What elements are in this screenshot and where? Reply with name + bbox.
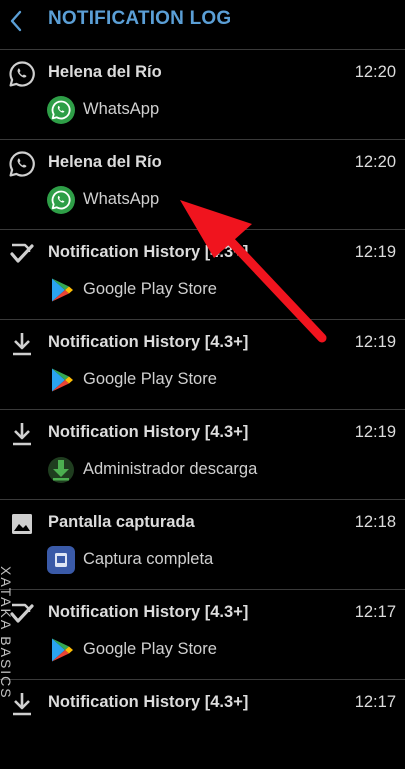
whatsapp-app-icon — [46, 95, 76, 125]
download-manager-icon — [46, 455, 76, 485]
notification-time: 12:19 — [354, 333, 396, 351]
app-bar: NOTIFICATION LOG — [0, 0, 405, 42]
download-icon — [8, 420, 36, 448]
notification-app-name: WhatsApp — [83, 100, 160, 118]
notification-title: Notification History [4.3+] — [48, 243, 249, 261]
notification-row[interactable]: Helena del Río 12:20 WhatsApp — [0, 49, 405, 139]
notification-row[interactable]: Notification History [4.3+] 12:17 — [0, 679, 405, 769]
page-title: NOTIFICATION LOG — [48, 8, 232, 29]
notification-time: 12:20 — [354, 63, 396, 81]
notification-row[interactable]: Pantalla capturada 12:18 Captura complet… — [0, 499, 405, 589]
notification-time: 12:20 — [354, 153, 396, 171]
image-icon — [8, 510, 36, 538]
notification-title: Notification History [4.3+] — [48, 423, 249, 441]
notification-app-name: WhatsApp — [83, 190, 160, 208]
watermark-logo: XATAKA BASICS — [0, 566, 14, 700]
notification-time: 12:18 — [354, 513, 396, 531]
notification-app-name: Google Play Store — [83, 370, 217, 388]
download-icon — [8, 330, 36, 358]
google-play-icon — [46, 275, 76, 305]
notification-row[interactable]: Helena del Río 12:20 WhatsApp — [0, 139, 405, 229]
notification-time: 12:17 — [354, 603, 396, 621]
notification-title: Notification History [4.3+] — [48, 333, 249, 351]
whatsapp-icon — [8, 150, 36, 178]
notification-row[interactable]: Notification History [4.3+] 12:17 Google… — [0, 589, 405, 679]
screenshot-app-icon — [46, 545, 76, 575]
notification-row[interactable]: Notification History [4.3+] 12:19 Google… — [0, 319, 405, 409]
whatsapp-icon — [8, 60, 36, 88]
notification-title: Pantalla capturada — [48, 513, 195, 531]
notification-app-name: Captura completa — [83, 550, 214, 568]
notification-list: Helena del Río 12:20 WhatsApp Helena del… — [0, 49, 405, 769]
notification-title: Notification History [4.3+] — [48, 603, 249, 621]
notification-title: Helena del Río — [48, 153, 162, 171]
google-play-icon — [46, 635, 76, 665]
notification-row[interactable]: Notification History [4.3+] 12:19 Google… — [0, 229, 405, 319]
notification-time: 12:19 — [354, 423, 396, 441]
notification-time: 12:17 — [354, 693, 396, 711]
checkmark-icon — [8, 240, 36, 268]
chevron-left-icon — [10, 10, 22, 32]
notification-title: Notification History [4.3+] — [48, 693, 249, 711]
notification-app-name: Administrador descarga — [83, 460, 258, 478]
google-play-icon — [46, 365, 76, 395]
notification-app-name: Google Play Store — [83, 640, 217, 658]
notification-row[interactable]: Notification History [4.3+] 12:19 Admini… — [0, 409, 405, 499]
notification-time: 12:19 — [354, 243, 396, 261]
notification-app-name: Google Play Store — [83, 280, 217, 298]
back-button[interactable] — [0, 0, 32, 42]
notification-title: Helena del Río — [48, 63, 162, 81]
whatsapp-app-icon — [46, 185, 76, 215]
